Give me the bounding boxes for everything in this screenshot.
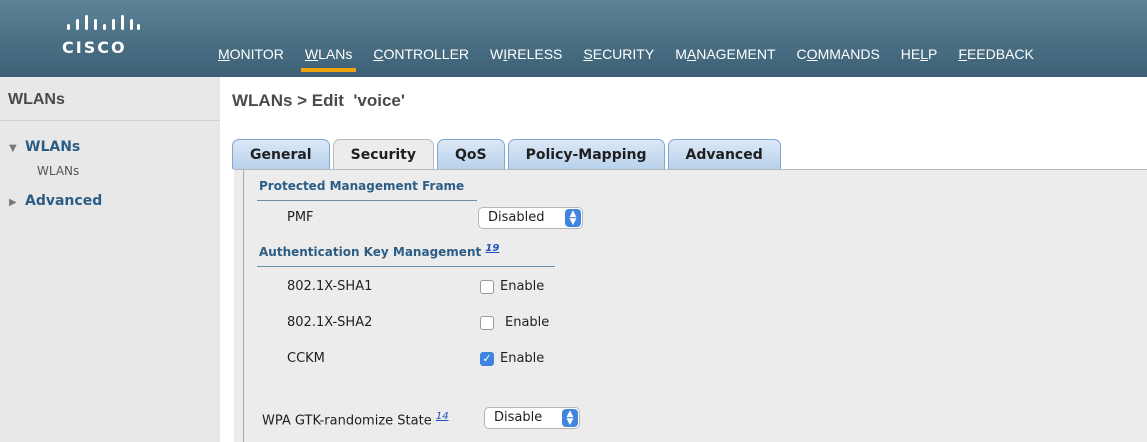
pmf-select[interactable]: Disabled ▲ ▼ (478, 207, 583, 229)
checkmark-icon: ✓ (482, 352, 492, 365)
sha1-enable-label: Enable (500, 279, 545, 294)
expand-right-icon: ▶ (9, 197, 17, 208)
akm-row-label: CCKM (287, 351, 325, 366)
gtk-footnote-link[interactable]: 14 (436, 411, 449, 422)
cisco-bars-icon (67, 15, 140, 30)
select-arrows-icon: ▲ ▼ (562, 409, 578, 427)
tab-general[interactable]: General (232, 139, 330, 169)
panel-inner-border (243, 169, 244, 442)
expand-down-icon: ▼ (9, 143, 17, 154)
nav-help[interactable]: HELP (901, 46, 938, 72)
cisco-logo: CISCO (62, 14, 144, 57)
nav-wlans[interactable]: WLANs (300, 46, 357, 72)
pmf-section-title: Protected Management Frame (259, 179, 465, 193)
pmf-section-rule (257, 200, 477, 201)
cisco-logo-text: CISCO (62, 38, 127, 57)
akm-row-label: 802.1X-SHA1 (287, 279, 373, 294)
left-panel-divider (0, 120, 220, 121)
tab-advanced[interactable]: Advanced (667, 139, 781, 169)
nav-feedback[interactable]: FEEDBACK (958, 46, 1033, 72)
gtk-randomize-select[interactable]: Disable ▲ ▼ (484, 407, 580, 429)
tab-bar: General Security QoS Policy-Mapping Adva… (232, 139, 784, 170)
sidebar-item-wlans[interactable]: ▼ WLANs (9, 139, 80, 155)
akm-footnote-link[interactable]: 19 (485, 243, 499, 254)
cckm-enable-label: Enable (500, 351, 545, 366)
sha2-enable-checkbox[interactable] (480, 316, 494, 330)
nav-controller[interactable]: CONTROLLER (373, 46, 469, 72)
security-tab-panel (234, 169, 1147, 442)
akm-row-label: 802.1X-SHA2 (287, 315, 373, 330)
akm-section-title: Authentication Key Management 19 (259, 243, 500, 259)
nav-wireless[interactable]: WIRELESS (490, 46, 562, 72)
cckm-enable-checkbox[interactable]: ✓ (480, 352, 494, 366)
tab-security[interactable]: Security (332, 139, 434, 170)
main-nav: MONITOR WLANs CONTROLLER WIRELESS SECURI… (218, 46, 1055, 72)
tab-qos[interactable]: QoS (436, 139, 505, 169)
left-panel-title: WLANs (8, 91, 65, 108)
sidebar-subitem-wlans[interactable]: WLANs (37, 164, 79, 178)
nav-security[interactable]: SECURITY (583, 46, 654, 72)
sha2-enable-label: Enable (505, 315, 550, 330)
gtk-label: WPA GTK-randomize State 14 (262, 411, 449, 429)
top-bar: CISCO MONITOR WLANs CONTROLLER WIRELESS … (0, 0, 1147, 77)
nav-commands[interactable]: COMMANDS (797, 46, 880, 72)
tab-policy-mapping[interactable]: Policy-Mapping (507, 139, 665, 169)
select-arrows-icon: ▲ ▼ (565, 209, 581, 227)
left-panel: WLANs ▼ WLANs WLANs ▶ Advanced (0, 77, 220, 442)
page-title: WLANs > Edit 'voice' (232, 91, 405, 110)
akm-section-rule (257, 266, 555, 267)
sidebar-item-advanced[interactable]: ▶ Advanced (9, 193, 102, 209)
nav-management[interactable]: MANAGEMENT (675, 46, 775, 72)
sha1-enable-checkbox[interactable] (480, 280, 494, 294)
nav-monitor[interactable]: MONITOR (218, 46, 284, 72)
pmf-label: PMF (287, 210, 314, 225)
